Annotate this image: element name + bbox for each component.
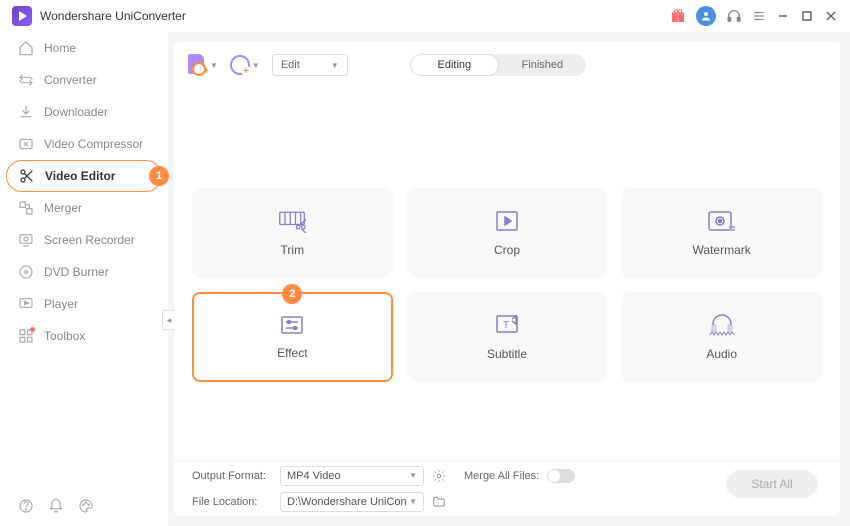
file-location-label: File Location: [192,496,272,508]
sidebar-item-label: Video Editor [45,169,115,183]
scissors-icon [19,168,35,184]
gift-icon[interactable] [670,8,686,24]
output-format-select[interactable]: MP4 Video ▼ [280,466,424,486]
add-file-icon: + [188,54,208,76]
segment-editing[interactable]: Editing [410,54,499,76]
edit-select[interactable]: Edit ▼ [272,54,348,76]
card-label: Watermark [693,243,751,257]
audio-icon [708,313,736,337]
annotation-badge-2: 2 [282,284,302,304]
output-format-value: MP4 Video [287,470,341,482]
notification-dot [30,327,35,332]
watermark-icon [707,209,737,233]
card-watermark[interactable]: Watermark [621,188,822,278]
card-crop[interactable]: Crop [407,188,608,278]
cards-grid: Trim Crop Watermark 2 Effect T Subtitle [174,88,840,460]
sidebar: Home Converter Downloader Video Compress… [0,32,168,526]
chevron-down-icon: ▼ [409,471,417,480]
card-subtitle[interactable]: T Subtitle [407,292,608,382]
edit-select-value: Edit [281,59,300,71]
start-all-button[interactable]: Start All [726,470,818,498]
add-url-icon: + [230,55,250,75]
app-title: Wondershare UniConverter [40,9,186,23]
card-label: Effect [277,346,307,360]
sidebar-item-label: Toolbox [44,329,85,343]
sidebar-item-label: Converter [44,73,97,87]
trim-icon [278,209,306,233]
toolbar: + ▼ + ▼ Edit ▼ Editing Finished [174,42,840,88]
palette-icon[interactable] [78,498,94,514]
sidebar-item-converter[interactable]: Converter [0,64,168,96]
file-location-value: D:\Wondershare UniConverter 1 [287,496,407,508]
compress-icon [18,136,34,152]
hamburger-menu-icon[interactable] [752,9,766,23]
sidebar-item-video-editor[interactable]: Video Editor 1 [6,160,162,192]
chevron-down-icon: ▼ [210,61,218,70]
sidebar-item-label: Player [44,297,78,311]
card-label: Audio [706,347,737,361]
home-icon [18,40,34,56]
minimize-button[interactable] [776,9,790,23]
sidebar-item-label: Merger [44,201,82,215]
annotation-badge-1: 1 [149,166,169,186]
card-trim[interactable]: Trim [192,188,393,278]
converter-icon [18,72,34,88]
sidebar-item-dvd-burner[interactable]: DVD Burner [0,256,168,288]
add-file-button[interactable]: + ▼ [188,54,218,76]
sidebar-item-label: Video Compressor [44,137,143,151]
sidebar-item-label: Home [44,41,76,55]
segment-finished[interactable]: Finished [499,54,586,76]
content-panel: + ▼ + ▼ Edit ▼ Editing Finished Trim [174,42,840,516]
titlebar: Wondershare UniConverter [0,0,850,32]
sidebar-item-label: Screen Recorder [44,233,135,247]
app-logo [12,6,32,26]
chevron-down-icon: ▼ [252,61,260,70]
subtitle-icon: T [494,313,520,337]
gear-icon[interactable] [432,469,446,483]
file-location-select[interactable]: D:\Wondershare UniConverter 1 ▼ [280,492,424,512]
maximize-button[interactable] [800,9,814,23]
status-segmented-control: Editing Finished [410,54,586,76]
sidebar-item-toolbox[interactable]: Toolbox [0,320,168,352]
bell-icon[interactable] [48,498,64,514]
sidebar-item-home[interactable]: Home [0,32,168,64]
player-icon [18,296,34,312]
crop-icon [494,209,520,233]
help-icon[interactable] [18,498,34,514]
dvd-icon [18,264,34,280]
sidebar-item-player[interactable]: Player [0,288,168,320]
merge-label: Merge All Files: [464,470,539,482]
support-icon[interactable] [726,8,742,24]
sidebar-item-merger[interactable]: Merger [0,192,168,224]
sidebar-item-label: DVD Burner [44,265,109,279]
download-icon [18,104,34,120]
card-label: Subtitle [487,347,527,361]
sidebar-item-screen-recorder[interactable]: Screen Recorder [0,224,168,256]
merger-icon [18,200,34,216]
chevron-down-icon: ▼ [331,61,339,70]
effect-icon [279,314,305,336]
output-format-label: Output Format: [192,470,272,482]
card-audio[interactable]: Audio [621,292,822,382]
close-button[interactable] [824,9,838,23]
sidebar-item-downloader[interactable]: Downloader [0,96,168,128]
toolbox-icon [18,328,34,344]
screen-recorder-icon [18,232,34,248]
user-avatar-icon[interactable] [696,6,716,26]
card-effect[interactable]: 2 Effect [192,292,393,382]
sidebar-item-compressor[interactable]: Video Compressor [0,128,168,160]
sidebar-item-label: Downloader [44,105,108,119]
add-url-button[interactable]: + ▼ [230,55,260,75]
folder-icon[interactable] [432,495,446,509]
chevron-down-icon: ▼ [409,497,417,506]
svg-text:T: T [503,320,509,331]
card-label: Crop [494,243,520,257]
card-label: Trim [281,243,305,257]
merge-toggle[interactable] [547,469,575,483]
